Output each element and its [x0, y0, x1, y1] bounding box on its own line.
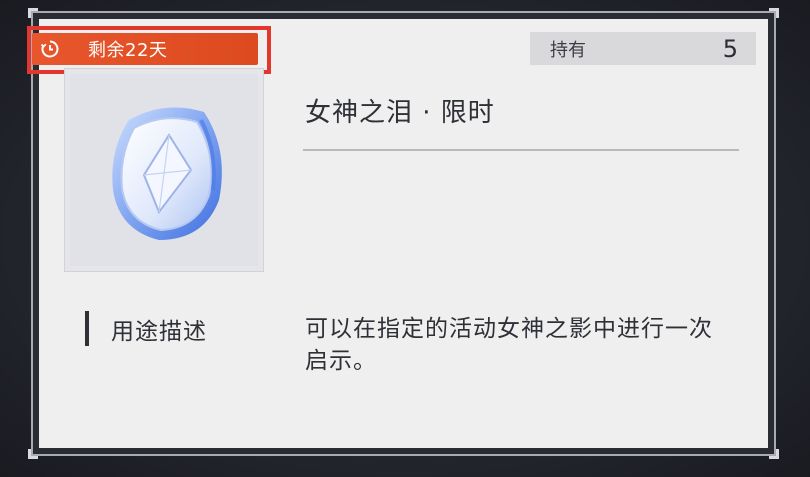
- owned-label: 持有: [550, 39, 586, 61]
- frame-corner-top-right: [769, 8, 779, 18]
- item-image-frame: [64, 68, 264, 272]
- frame-corner-bottom-right: [769, 449, 779, 459]
- item-image-background: [70, 74, 258, 266]
- title-divider: [303, 149, 739, 151]
- owned-count: 5: [722, 34, 738, 63]
- frame-corner-top-left: [28, 8, 38, 18]
- description-label: 用途描述: [111, 319, 207, 345]
- description-marker: [85, 311, 89, 346]
- item-name: 女神之泪 · 限时: [305, 98, 495, 128]
- frame-corner-bottom-left: [28, 449, 38, 459]
- highlight-outline: [27, 26, 271, 74]
- goddess-tear-gem-icon: [112, 107, 222, 240]
- owned-count-bar: 持有 5: [530, 32, 756, 65]
- description-text: 可以在指定的活动女神之影中进行一次启示。: [305, 316, 713, 374]
